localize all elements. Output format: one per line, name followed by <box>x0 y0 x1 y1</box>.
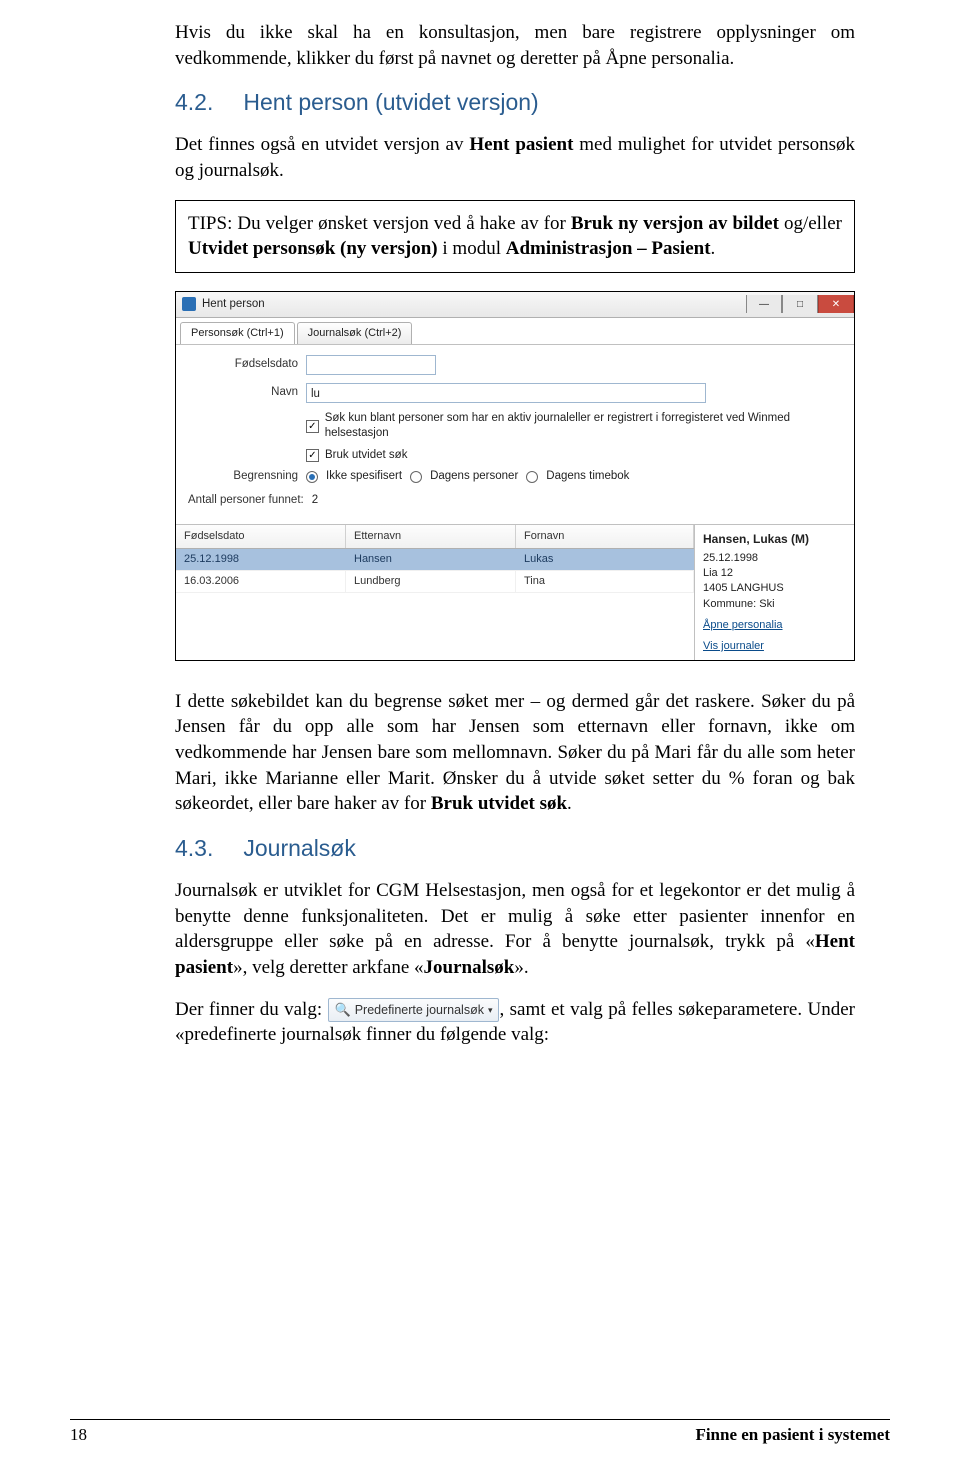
maximize-button[interactable]: □ <box>782 295 818 313</box>
section-number: 4.3. <box>175 833 213 864</box>
detail-adr1: Lia 12 <box>703 566 846 581</box>
label-fodselsdato: Fødselsdato <box>188 357 298 373</box>
post-screenshot-para: I dette søkebildet kan du begrense søket… <box>175 689 855 817</box>
results-table: Fødselsdato Etternavn Fornavn 25.12.1998… <box>176 525 694 659</box>
page-footer: 18 Finne en pasient i systemet <box>70 1419 890 1447</box>
antall-value: 2 <box>312 493 318 509</box>
table-row[interactable]: 25.12.1998 Hansen Lukas <box>176 549 694 571</box>
sec42-para1: Det finnes også en utvidet versjon av He… <box>175 132 855 183</box>
label-navn: Navn <box>188 385 298 401</box>
radio-dagens-timebok-label: Dagens timebok <box>546 469 629 485</box>
col-fornavn[interactable]: Fornavn <box>516 525 694 548</box>
tab-journalsok[interactable]: Journalsøk (Ctrl+2) <box>297 322 413 344</box>
sec43-para1: Journalsøk er utviklet for CGM Helsestas… <box>175 878 855 981</box>
link-apne-personalia[interactable]: Åpne personalia <box>703 618 846 633</box>
radio-ikke-spesifisert[interactable] <box>306 471 318 483</box>
table-row[interactable]: 16.03.2006 Lundberg Tina <box>176 571 694 593</box>
label-antall: Antall personer funnet: <box>188 493 304 509</box>
tab-strip: Personsøk (Ctrl+1) Journalsøk (Ctrl+2) <box>176 318 854 345</box>
radio-dagens-personer[interactable] <box>410 471 422 483</box>
radio-dagens-personer-label: Dagens personer <box>430 469 518 485</box>
detail-kommune: Kommune: Ski <box>703 597 846 612</box>
section-title: Journalsøk <box>243 833 355 864</box>
checkbox-utvidet-sok[interactable]: ✓ <box>306 449 319 462</box>
checkbox-aktiv-journal[interactable]: ✓ <box>306 420 319 433</box>
section-number: 4.2. <box>175 87 213 118</box>
section-4-3-heading: 4.3. Journalsøk <box>175 833 855 864</box>
page-number: 18 <box>70 1424 87 1447</box>
detail-name: Hansen, Lukas (M) <box>703 531 846 547</box>
label-begrensning: Begrensning <box>188 469 298 485</box>
radio-dagens-timebok[interactable] <box>526 471 538 483</box>
hent-person-window: Hent person — □ ✕ Personsøk (Ctrl+1) Jou… <box>175 291 855 661</box>
footer-title: Finne en pasient i systemet <box>695 1424 890 1447</box>
predefinerte-journalsok-button[interactable]: 🔍 Predefinerte journalsøk ▾ <box>328 998 500 1022</box>
window-titlebar[interactable]: Hent person — □ ✕ <box>176 292 854 318</box>
chevron-down-icon: ▾ <box>488 1004 493 1016</box>
app-icon <box>182 297 196 311</box>
fodselsdato-input[interactable] <box>306 355 436 375</box>
col-etternavn[interactable]: Etternavn <box>346 525 516 548</box>
intro-paragraph: Hvis du ikke skal ha en konsultasjon, me… <box>175 20 855 71</box>
detail-adr2: 1405 LANGHUS <box>703 581 846 596</box>
link-vis-journaler[interactable]: Vis journaler <box>703 639 846 654</box>
predefinerte-journalsok-label: Predefinerte journalsøk <box>355 1002 484 1019</box>
checkbox-utvidet-sok-label: Bruk utvidet søk <box>325 448 407 464</box>
tip-box: TIPS: Du velger ønsket versjon ved å hak… <box>175 200 855 273</box>
tab-personsok[interactable]: Personsøk (Ctrl+1) <box>180 322 295 344</box>
close-button[interactable]: ✕ <box>818 295 854 313</box>
navn-input[interactable]: lu <box>306 383 706 403</box>
checkbox-aktiv-journal-label: Søk kun blant personer som har en aktiv … <box>325 411 842 442</box>
search-icon: 🔍 <box>335 1001 351 1019</box>
sec43-para2: Der finner du valg: 🔍 Predefinerte journ… <box>175 997 855 1048</box>
minimize-button[interactable]: — <box>746 295 782 313</box>
detail-panel: Hansen, Lukas (M) 25.12.1998 Lia 12 1405… <box>694 525 854 659</box>
section-4-2-heading: 4.2. Hent person (utvidet versjon) <box>175 87 855 118</box>
col-fodselsdato[interactable]: Fødselsdato <box>176 525 346 548</box>
radio-ikke-spesifisert-label: Ikke spesifisert <box>326 469 402 485</box>
detail-dato: 25.12.1998 <box>703 551 846 566</box>
section-title: Hent person (utvidet versjon) <box>243 87 538 118</box>
window-title: Hent person <box>202 297 265 313</box>
